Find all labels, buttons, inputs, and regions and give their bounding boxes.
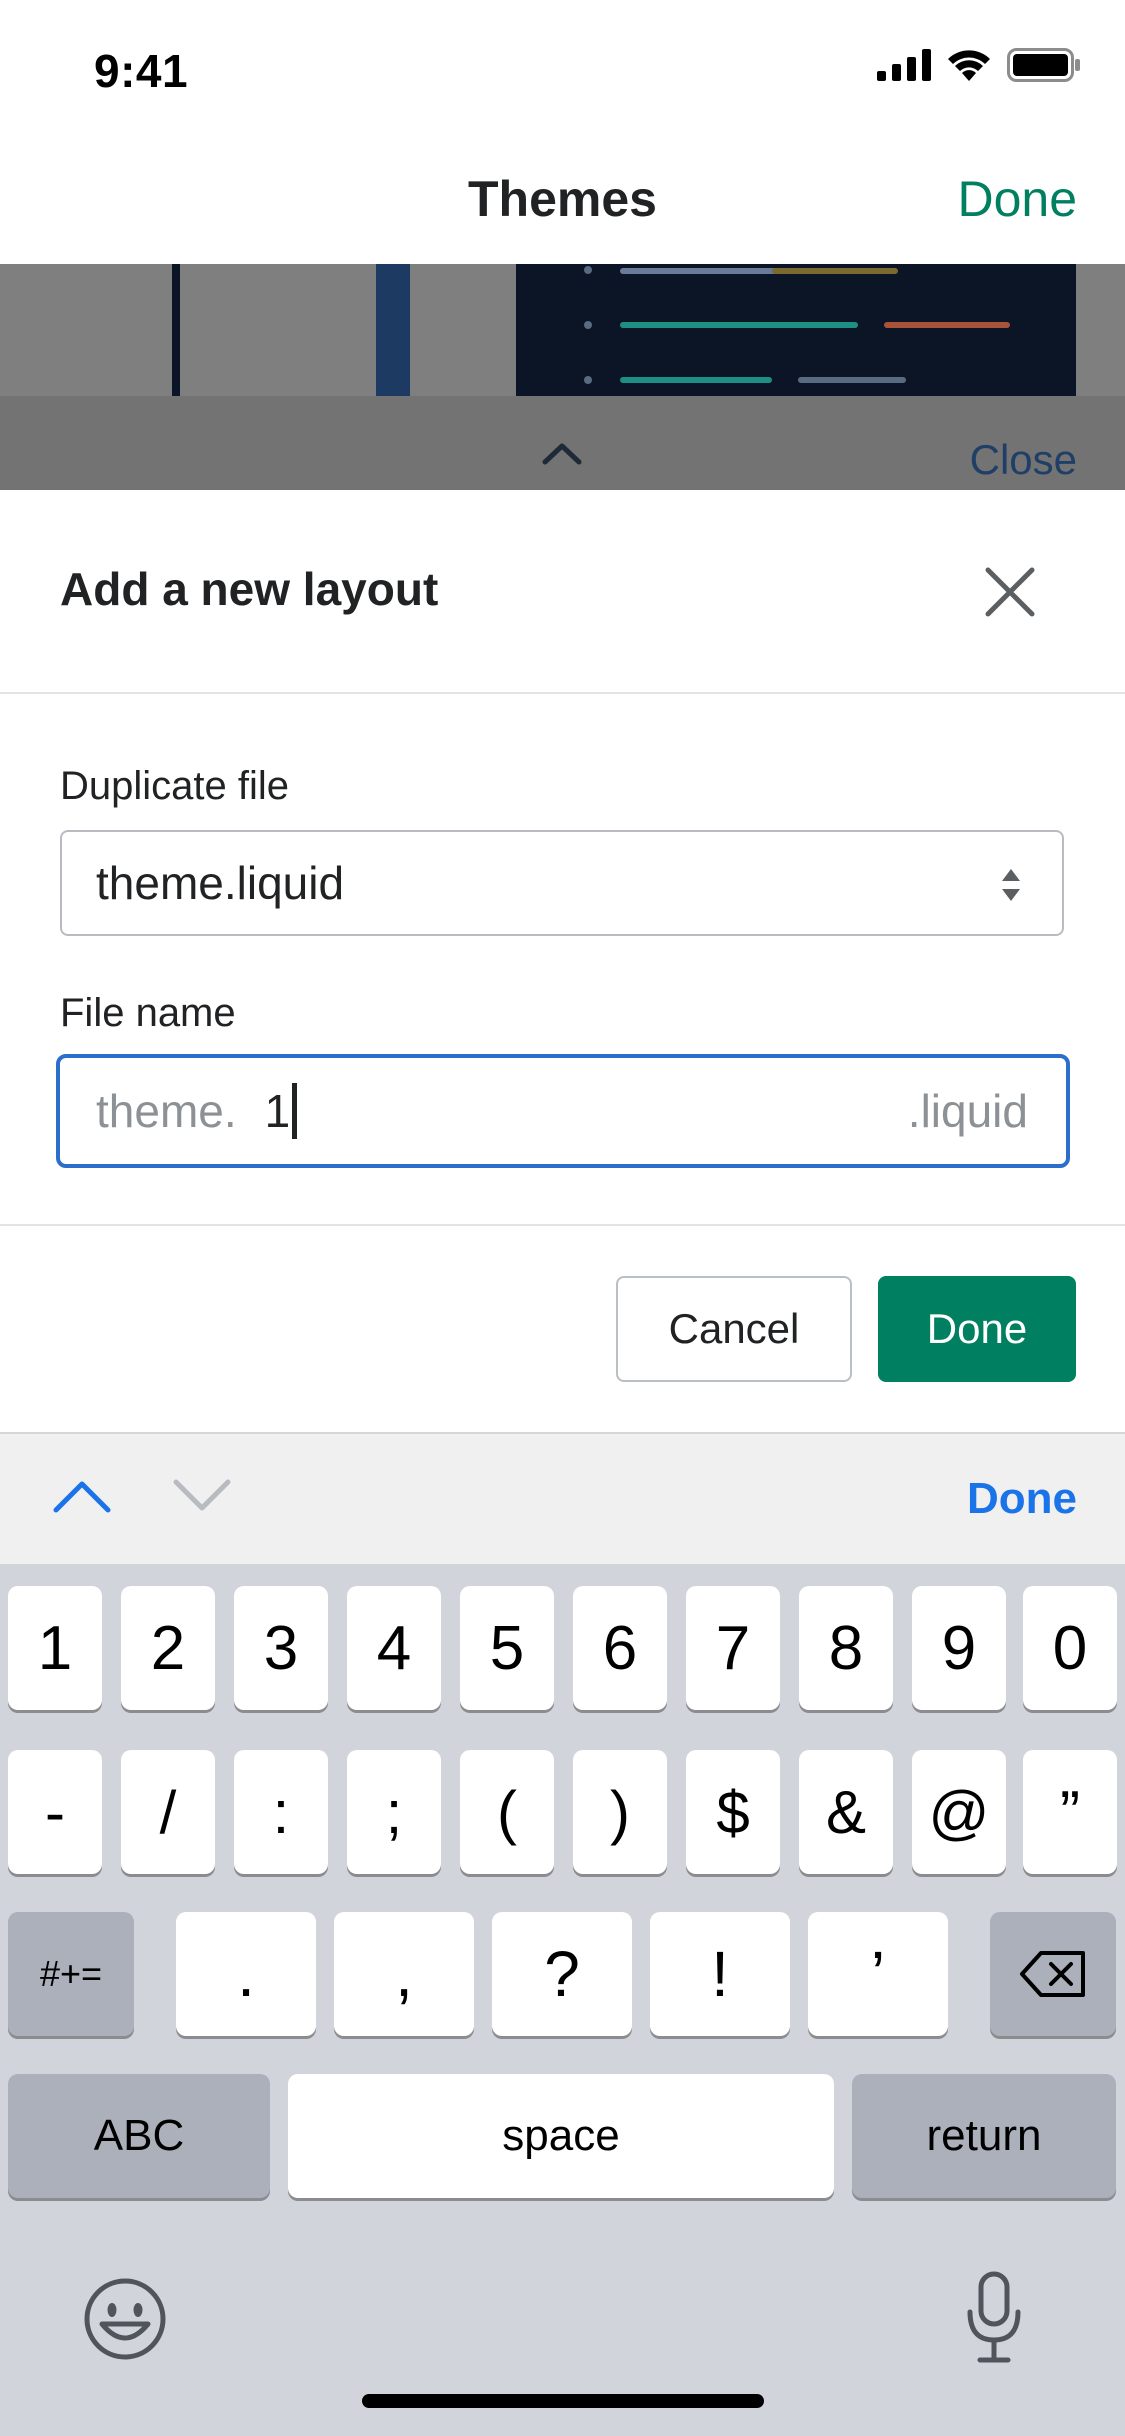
chevron-down-icon[interactable]: [172, 1476, 232, 1516]
page-title: Themes: [468, 171, 657, 227]
wifi-icon: [948, 50, 990, 81]
key-9[interactable]: 9: [912, 1586, 1006, 1710]
key-slash[interactable]: /: [121, 1750, 215, 1874]
symbols-toggle-key[interactable]: #+=: [8, 1912, 134, 2036]
key-dollar[interactable]: $: [686, 1750, 780, 1874]
duplicate-file-label: Duplicate file: [60, 764, 290, 808]
key-ampersand[interactable]: &: [799, 1750, 893, 1874]
space-key[interactable]: space: [288, 2074, 834, 2198]
numeric-keyboard: 1 2 3 4 5 6 7 8 9 0 - / : ; ( ) $ & @ ” …: [0, 1564, 1125, 2436]
key-double-quote[interactable]: ”: [1023, 1750, 1117, 1874]
key-period[interactable]: .: [176, 1912, 316, 2036]
status-time: 9:41: [94, 45, 189, 97]
battery-icon: [1007, 48, 1080, 82]
nav-done-button[interactable]: Done: [957, 170, 1077, 228]
key-2[interactable]: 2: [121, 1586, 215, 1710]
keyboard-done-button[interactable]: Done: [967, 1474, 1077, 1524]
key-close-paren[interactable]: ): [573, 1750, 667, 1874]
file-name-label: File name: [60, 991, 236, 1035]
keyboard-accessory-bar: [0, 1432, 1125, 1564]
key-5[interactable]: 5: [460, 1586, 554, 1710]
chevron-up-icon[interactable]: [52, 1476, 112, 1516]
modal-footer-divider: [0, 1224, 1125, 1226]
microphone-icon[interactable]: [964, 2270, 1024, 2366]
modal-header-divider: [0, 692, 1125, 694]
key-7[interactable]: 7: [686, 1586, 780, 1710]
key-6[interactable]: 6: [573, 1586, 667, 1710]
text-caret: [292, 1083, 298, 1139]
backspace-key[interactable]: [990, 1912, 1116, 2036]
file-name-suffix: .liquid: [907, 1085, 1028, 1137]
select-arrows-icon: [1002, 869, 1020, 901]
key-1[interactable]: 1: [8, 1586, 102, 1710]
cancel-button[interactable]: Cancel: [616, 1276, 852, 1382]
emoji-icon[interactable]: [82, 2276, 168, 2362]
key-exclamation[interactable]: !: [650, 1912, 790, 2036]
home-indicator: [362, 2394, 764, 2408]
return-key[interactable]: return: [852, 2074, 1116, 2198]
chevron-up-icon[interactable]: [541, 440, 583, 466]
duplicate-file-select[interactable]: theme.liquid: [60, 830, 1064, 936]
key-comma[interactable]: ,: [334, 1912, 474, 2036]
preview-close-button[interactable]: Close: [970, 436, 1077, 484]
key-colon[interactable]: :: [234, 1750, 328, 1874]
key-at[interactable]: @: [912, 1750, 1006, 1874]
key-open-paren[interactable]: (: [460, 1750, 554, 1874]
key-semicolon[interactable]: ;: [347, 1750, 441, 1874]
key-question[interactable]: ?: [492, 1912, 632, 2036]
backspace-icon: [1020, 1951, 1085, 1997]
file-name-prefix: theme.: [96, 1085, 237, 1137]
key-0[interactable]: 0: [1023, 1586, 1117, 1710]
abc-key[interactable]: ABC: [8, 2074, 270, 2198]
key-4[interactable]: 4: [347, 1586, 441, 1710]
modal-title: Add a new layout: [60, 563, 439, 615]
key-apostrophe[interactable]: ’: [808, 1912, 948, 2036]
file-name-value: 1: [264, 1085, 291, 1137]
key-3[interactable]: 3: [234, 1586, 328, 1710]
file-name-input[interactable]: theme. 1 .liquid: [56, 1054, 1070, 1168]
key-8[interactable]: 8: [799, 1586, 893, 1710]
close-icon[interactable]: [980, 562, 1040, 622]
duplicate-file-value: theme.liquid: [96, 857, 345, 909]
status-icons: [877, 48, 1081, 82]
cellular-signal-icon: [877, 49, 931, 81]
done-button[interactable]: Done: [878, 1276, 1076, 1382]
key-hyphen[interactable]: -: [8, 1750, 102, 1874]
